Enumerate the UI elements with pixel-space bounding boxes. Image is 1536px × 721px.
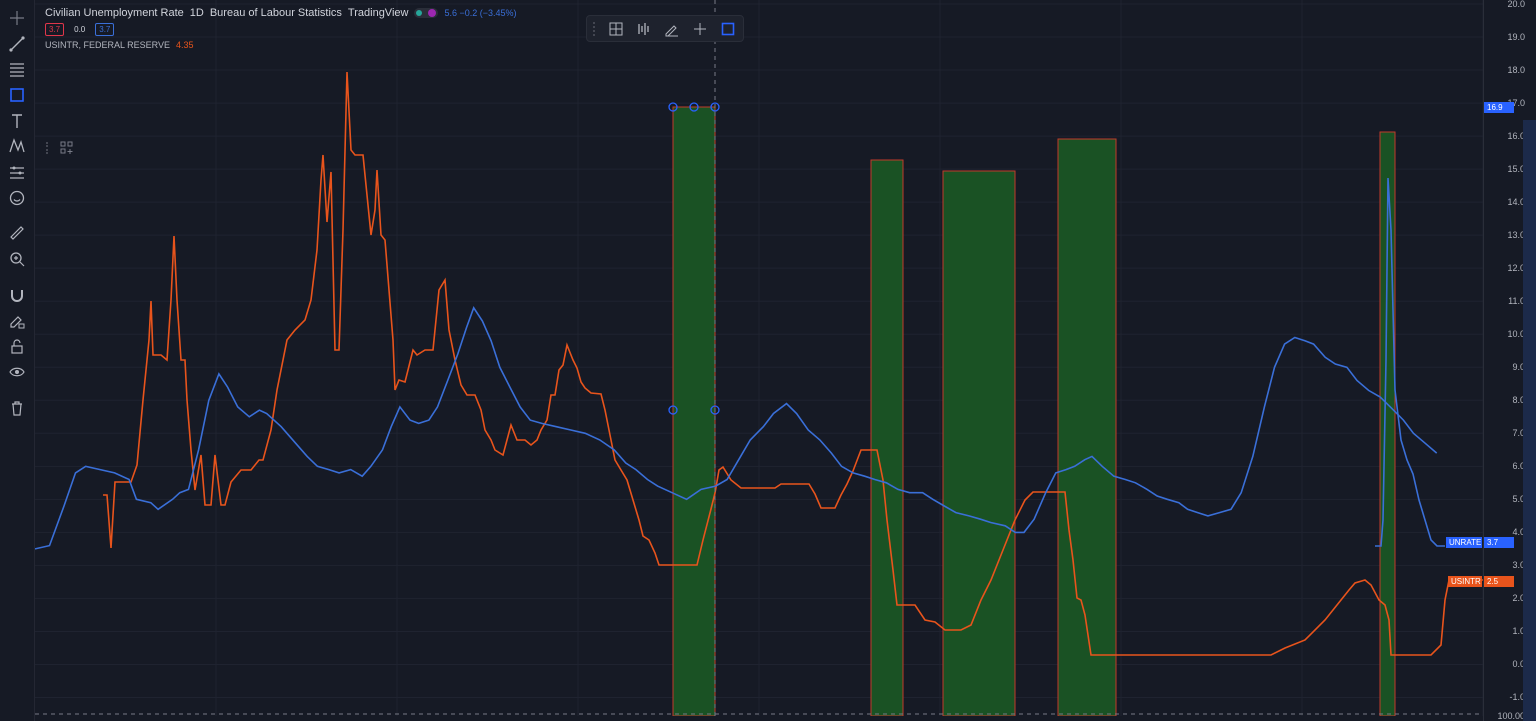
ruler-icon[interactable]: [5, 222, 29, 244]
chart-area[interactable]: [34, 0, 1484, 717]
y-tick-label: 18.0: [1507, 65, 1525, 76]
unrate-line: [34, 306, 1438, 550]
crosshair-icon[interactable]: [5, 7, 29, 29]
drag-handle-icon[interactable]: [593, 21, 599, 36]
legend-box-plain: 0.0: [74, 24, 86, 34]
legend-box-blue: 3.7: [95, 22, 115, 36]
highlight-rect[interactable]: [672, 106, 716, 717]
highlight-rect[interactable]: [942, 170, 1016, 717]
left-drawing-toolbar: [0, 0, 35, 721]
emoji-icon[interactable]: [5, 187, 29, 209]
highlight-value-tag: 16.9: [1484, 102, 1514, 113]
lock-icon[interactable]: [5, 336, 29, 358]
pattern-icon[interactable]: [5, 135, 29, 157]
legend-series2-value: 4.35: [176, 40, 194, 50]
drag-dots-icon[interactable]: [46, 142, 52, 154]
template-icon[interactable]: [605, 18, 627, 40]
legend-change: 5.6 −0.2 (−3.45%): [444, 8, 517, 18]
style-brush-icon[interactable]: [661, 18, 683, 40]
line-tool-icon[interactable]: [633, 18, 655, 40]
eye-icon[interactable]: [5, 361, 29, 383]
legend-box-red: 3.7: [45, 22, 65, 36]
legend-title[interactable]: Civilian Unemployment Rate: [45, 7, 184, 19]
floating-drawing-toolbar: [586, 15, 744, 42]
add-panel-icon[interactable]: [60, 141, 74, 155]
legend-source: Bureau of Labour Statistics: [209, 7, 342, 19]
usintr-name-tag: USINTR: [1448, 576, 1482, 587]
unrate-name-tag: UNRATE: [1446, 537, 1482, 548]
y-tick-label: 19.0: [1507, 32, 1525, 43]
market-status-icon[interactable]: [414, 8, 439, 18]
zoom-icon[interactable]: [5, 248, 29, 270]
fill-color-icon[interactable]: [717, 18, 739, 40]
text-icon[interactable]: [5, 110, 29, 132]
legend-platform: TradingView: [347, 7, 409, 19]
lock-draw-icon[interactable]: [5, 310, 29, 332]
bottom-axis-value: 100.00: [1497, 711, 1525, 721]
chart-legend: Civilian Unemployment Rate 1D Bureau of …: [45, 5, 517, 53]
unrate-value-tag: 3.7: [1484, 537, 1514, 548]
usintr-value-tag: 2.5: [1484, 576, 1514, 587]
legend-interval: 1D: [189, 7, 204, 19]
legend-series2-label[interactable]: USINTR, FEDERAL RESERVE: [45, 40, 170, 50]
fib-icon[interactable]: [5, 58, 29, 80]
right-panel-scroll[interactable]: [1523, 120, 1536, 721]
magnet-icon[interactable]: [5, 284, 29, 306]
trend-line-icon[interactable]: [5, 33, 29, 55]
forecast-icon[interactable]: [5, 161, 29, 183]
highlight-rect[interactable]: [870, 159, 904, 717]
trash-icon[interactable]: [5, 397, 29, 419]
rectangle-icon[interactable]: [5, 84, 29, 106]
chart-svg[interactable]: [34, 0, 1484, 717]
y-tick-label: 20.0: [1507, 0, 1525, 9]
indicator-widget[interactable]: [42, 137, 90, 159]
border-width-icon[interactable]: [689, 18, 711, 40]
